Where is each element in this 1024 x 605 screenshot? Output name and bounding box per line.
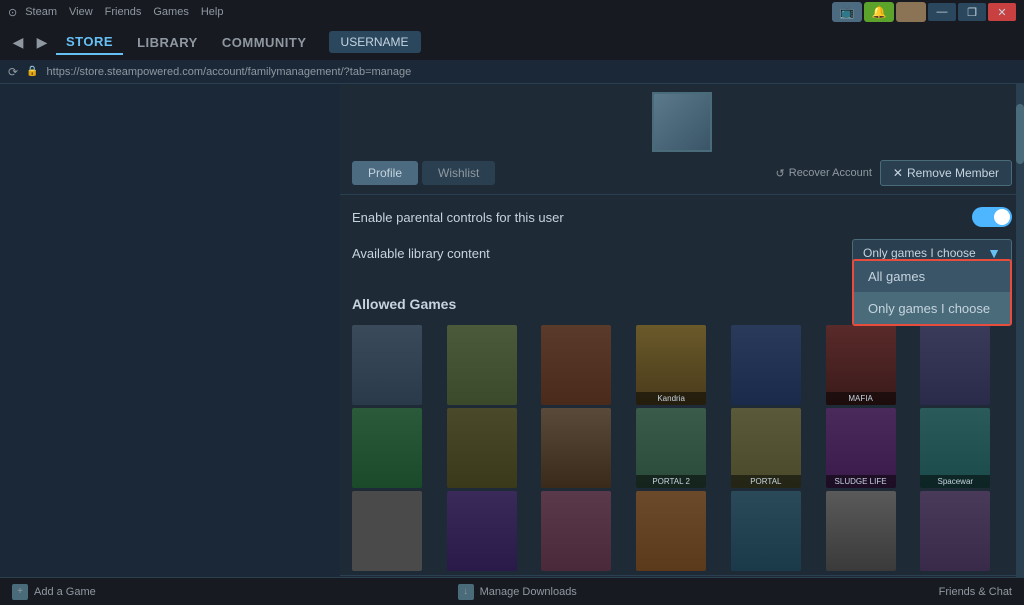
remove-label: Remove Member bbox=[907, 166, 999, 180]
menu-view[interactable]: View bbox=[69, 6, 93, 18]
downloads-icon: ↓ bbox=[458, 584, 474, 600]
maximize-button[interactable]: ❐ bbox=[958, 3, 986, 21]
close-button[interactable]: ✕ bbox=[988, 3, 1016, 21]
game-tile[interactable]: Kandria bbox=[636, 325, 706, 405]
game-tile[interactable]: Spacewar bbox=[920, 408, 990, 488]
friends-chat-button[interactable]: Friends & Chat bbox=[939, 586, 1012, 598]
manage-downloads-label: Manage Downloads bbox=[480, 586, 577, 598]
url-bar: ⟳ 🔒 https://store.steampowered.com/accou… bbox=[0, 60, 1024, 84]
user-avatar-large bbox=[652, 92, 712, 152]
profile-tab[interactable]: Profile bbox=[352, 161, 418, 185]
sidebar bbox=[0, 84, 340, 577]
parental-toggle[interactable] bbox=[972, 207, 1012, 227]
nav-store[interactable]: STORE bbox=[56, 30, 123, 55]
menu-help[interactable]: Help bbox=[201, 6, 224, 18]
parental-controls-row: Enable parental controls for this user bbox=[352, 207, 1012, 227]
menu-games[interactable]: Games bbox=[153, 6, 188, 18]
tabs-right: ↺ Recover Account ✕ Remove Member bbox=[776, 160, 1012, 186]
back-button[interactable]: ◀ bbox=[8, 32, 28, 52]
tabs-row: Profile Wishlist ↺ Recover Account ✕ Rem… bbox=[340, 152, 1024, 195]
game-tile[interactable] bbox=[447, 408, 517, 488]
game-tile[interactable]: SLUDGE LIFE bbox=[826, 408, 896, 488]
nav-username[interactable]: USERNAME bbox=[329, 31, 421, 53]
title-bar-menu: Steam View Friends Games Help bbox=[25, 6, 223, 18]
tabs-left: Profile Wishlist bbox=[352, 161, 495, 185]
lock-icon: 🔒 bbox=[26, 66, 38, 77]
allowed-games-title: Allowed Games bbox=[352, 296, 456, 312]
game-tile[interactable] bbox=[826, 491, 896, 571]
minimize-button[interactable]: — bbox=[928, 3, 956, 21]
wishlist-tab[interactable]: Wishlist bbox=[422, 161, 495, 185]
game-tile[interactable]: PORTAL 2 bbox=[636, 408, 706, 488]
user-avatar[interactable] bbox=[896, 2, 926, 22]
remove-member-button[interactable]: ✕ Remove Member bbox=[880, 160, 1012, 186]
title-bar-left: ⊙ Steam View Friends Games Help bbox=[8, 6, 223, 19]
title-bar: ⊙ Steam View Friends Games Help 📺 🔔 — ❐ … bbox=[0, 0, 1024, 24]
nav-community[interactable]: COMMUNITY bbox=[212, 31, 317, 54]
game-tile[interactable] bbox=[731, 491, 801, 571]
game-tile[interactable]: PORTAL bbox=[731, 408, 801, 488]
game-tile[interactable] bbox=[447, 491, 517, 571]
game-tile[interactable] bbox=[352, 491, 422, 571]
game-tile[interactable] bbox=[447, 325, 517, 405]
dropdown-popup: All games Only games I choose bbox=[852, 259, 1012, 326]
games-grid: Kandria MAFIA PORTAL 2 PORTAL SLUDGE LIFE Spa… bbox=[340, 321, 1024, 575]
game-tile[interactable]: MAFIA bbox=[826, 325, 896, 405]
game-tile[interactable] bbox=[352, 325, 422, 405]
bottom-bar: + Add a Game ↓ Manage Downloads Friends … bbox=[0, 577, 1024, 605]
game-tile[interactable] bbox=[920, 325, 990, 405]
option-all-games[interactable]: All games bbox=[854, 261, 1010, 293]
dropdown-value: Only games I choose bbox=[863, 246, 976, 260]
content-area: Profile Wishlist ↺ Recover Account ✕ Rem… bbox=[340, 84, 1024, 577]
recover-icon: ↺ bbox=[776, 167, 785, 180]
scrollbar-thumb[interactable] bbox=[1016, 104, 1024, 164]
add-game-label: Add a Game bbox=[34, 586, 96, 598]
manage-downloads-button[interactable]: ↓ Manage Downloads bbox=[458, 584, 577, 600]
main-layout: Profile Wishlist ↺ Recover Account ✕ Rem… bbox=[0, 84, 1024, 577]
option-only-games[interactable]: Only games I choose bbox=[854, 293, 1010, 324]
game-tile[interactable] bbox=[352, 408, 422, 488]
notification-icon[interactable]: 🔔 bbox=[864, 2, 894, 22]
screen-icon[interactable]: 📺 bbox=[832, 2, 862, 22]
recover-label: Recover Account bbox=[789, 167, 872, 179]
avatar-area bbox=[340, 84, 1024, 152]
menu-friends[interactable]: Friends bbox=[105, 6, 142, 18]
scrollbar[interactable] bbox=[1016, 84, 1024, 577]
game-tile[interactable] bbox=[541, 325, 611, 405]
game-tile[interactable] bbox=[636, 491, 706, 571]
parental-label: Enable parental controls for this user bbox=[352, 210, 564, 225]
game-tile[interactable] bbox=[731, 325, 801, 405]
x-icon: ✕ bbox=[893, 166, 903, 180]
add-game-button[interactable]: + Add a Game bbox=[12, 584, 96, 600]
game-tile[interactable] bbox=[920, 491, 990, 571]
add-game-icon: + bbox=[12, 584, 28, 600]
game-tile[interactable] bbox=[541, 408, 611, 488]
steam-logo-icon: ⊙ bbox=[8, 6, 17, 19]
menu-steam[interactable]: Steam bbox=[25, 6, 57, 18]
nav-bar: ◀ ▶ STORE LIBRARY COMMUNITY USERNAME bbox=[0, 24, 1024, 60]
library-label: Available library content bbox=[352, 246, 490, 261]
refresh-icon[interactable]: ⟳ bbox=[8, 65, 18, 79]
nav-library[interactable]: LIBRARY bbox=[127, 31, 208, 54]
recover-account-button[interactable]: ↺ Recover Account bbox=[776, 167, 872, 180]
game-tile[interactable] bbox=[541, 491, 611, 571]
forward-button[interactable]: ▶ bbox=[32, 32, 52, 52]
friends-chat-label: Friends & Chat bbox=[939, 586, 1012, 598]
url-text: https://store.steampowered.com/account/f… bbox=[47, 66, 412, 78]
